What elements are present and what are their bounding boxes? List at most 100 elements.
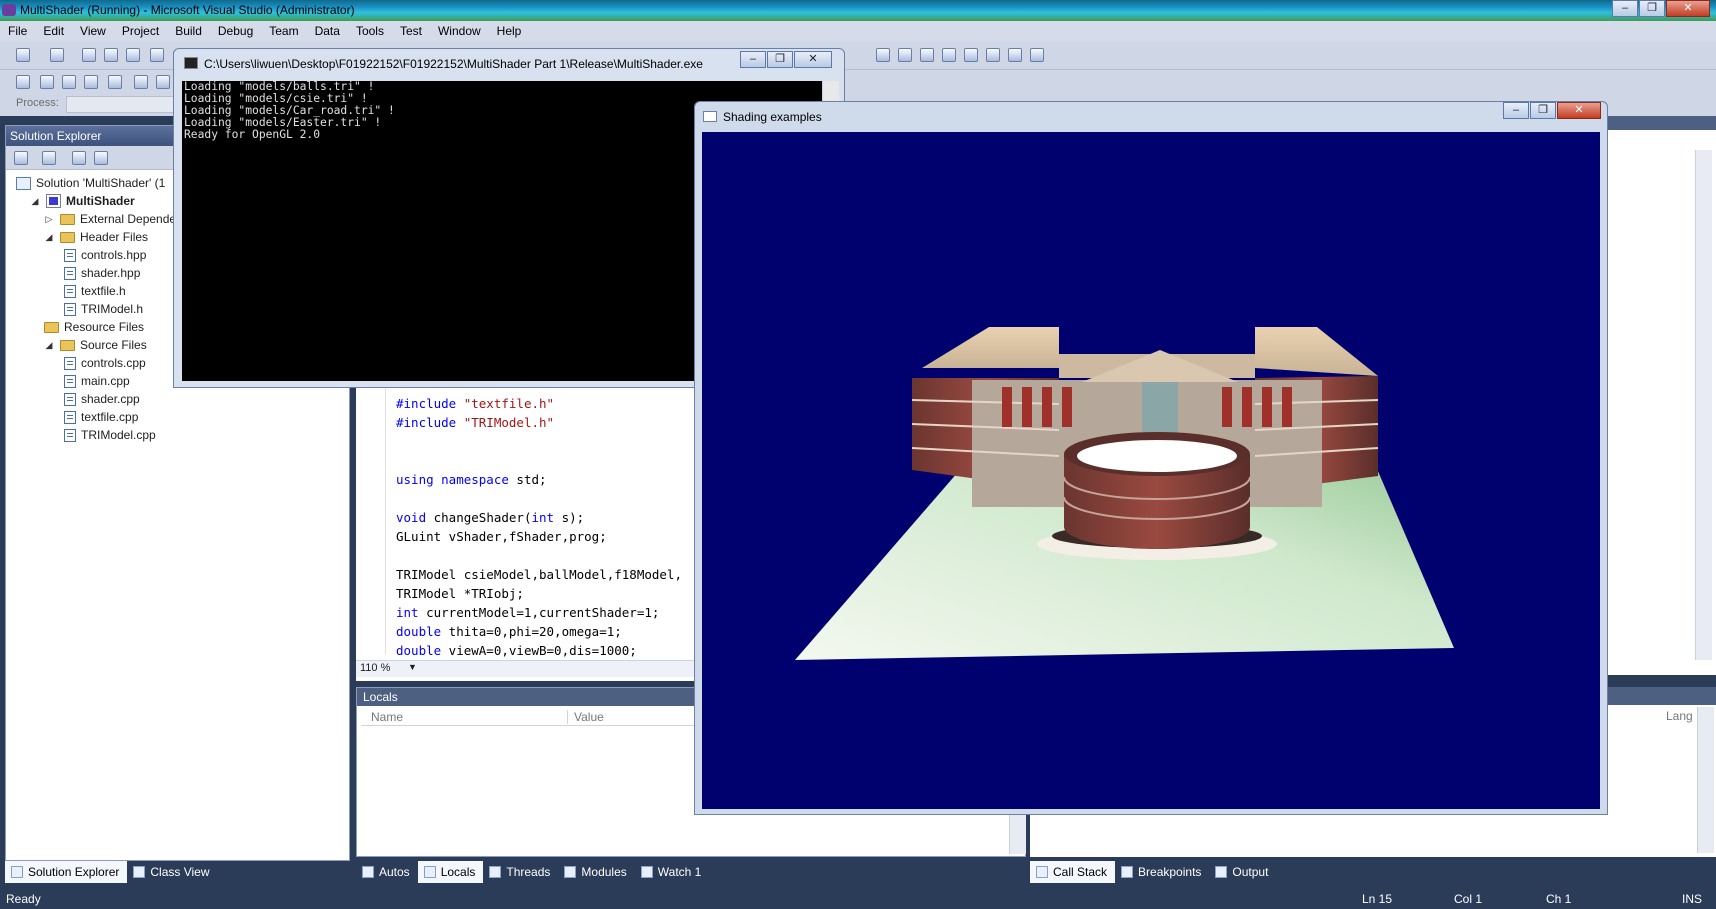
editor-vscroll[interactable] xyxy=(1695,150,1712,660)
tab-locals[interactable]: Locals xyxy=(417,861,484,883)
close-icon[interactable]: ✕ xyxy=(1666,0,1710,17)
tab-autos[interactable]: Autos xyxy=(356,861,418,883)
solution-icon xyxy=(16,176,31,190)
class-diagram-icon[interactable] xyxy=(94,151,108,165)
tree-item[interactable]: textfile.h xyxy=(64,282,126,300)
opengl-viewport[interactable] xyxy=(702,132,1600,809)
indent-icon[interactable] xyxy=(134,75,148,89)
tab-breakpoints[interactable]: Breakpoints xyxy=(1115,861,1209,883)
tab-threads[interactable]: Threads xyxy=(483,861,558,883)
folder-icon xyxy=(60,339,75,351)
tab-modules[interactable]: Modules xyxy=(558,861,634,883)
toolbar-icon[interactable] xyxy=(108,75,122,89)
open-file-icon[interactable] xyxy=(82,48,96,62)
debug-tool-icon[interactable] xyxy=(876,48,890,62)
column-value[interactable]: Value xyxy=(567,710,604,724)
tab-label: Class View xyxy=(150,865,210,879)
header-file-icon xyxy=(64,302,76,316)
outdent-icon[interactable] xyxy=(156,75,170,89)
menu-file[interactable]: File xyxy=(0,21,35,38)
menu-help[interactable]: Help xyxy=(489,21,530,38)
menu-build[interactable]: Build xyxy=(167,21,210,38)
tree-item[interactable]: TRIModel.cpp xyxy=(64,426,156,444)
debug-tool-icon[interactable] xyxy=(986,48,1000,62)
show-all-files-icon[interactable] xyxy=(42,151,56,165)
tree-item[interactable]: TRIModel.h xyxy=(64,300,143,318)
header-file-icon xyxy=(64,284,76,298)
debug-tool-icon[interactable] xyxy=(964,48,978,62)
tree-item-label: MultiShader xyxy=(66,194,135,208)
tree-item[interactable]: controls.hpp xyxy=(64,246,146,264)
column-language[interactable]: Lang xyxy=(1666,709,1693,723)
toolbar-icon[interactable] xyxy=(84,75,98,89)
cpp-file-icon xyxy=(64,356,76,370)
column-name[interactable]: Name xyxy=(371,710,403,724)
maximize-icon[interactable]: ❐ xyxy=(1530,102,1556,119)
new-project-icon[interactable] xyxy=(16,48,30,62)
cut-icon[interactable] xyxy=(150,48,164,62)
tree-item[interactable]: controls.cpp xyxy=(64,354,146,372)
tree-item[interactable]: ◢ MultiShader xyxy=(30,192,135,210)
middle-tab-strip: Autos Locals Threads Modules Watch 1 xyxy=(356,861,710,883)
menu-data[interactable]: Data xyxy=(307,21,348,38)
collapse-icon[interactable]: ◢ xyxy=(44,232,54,243)
tab-class-view[interactable]: Class View xyxy=(127,861,217,883)
close-icon[interactable]: ✕ xyxy=(794,51,832,68)
tab-watch-1[interactable]: Watch 1 xyxy=(635,861,710,883)
toolbar-icon[interactable] xyxy=(16,75,30,89)
zoom-dropdown-icon[interactable]: ▼ xyxy=(408,662,417,672)
tab-call-stack[interactable]: Call Stack xyxy=(1030,861,1116,883)
tree-item-label: Header Files xyxy=(80,230,149,244)
refresh-icon[interactable] xyxy=(72,151,86,165)
maximize-icon[interactable]: ❐ xyxy=(767,51,793,68)
tab-output[interactable]: Output xyxy=(1209,861,1276,883)
save-icon[interactable] xyxy=(104,48,118,62)
maximize-icon[interactable]: ❐ xyxy=(1639,0,1665,17)
tab-solution-explorer[interactable]: Solution Explorer xyxy=(5,861,128,883)
header-file-icon xyxy=(64,266,76,280)
zoom-level[interactable]: 110 % xyxy=(360,662,390,674)
window-title: MultiShader (Running) - Microsoft Visual… xyxy=(20,3,355,17)
tree-item-label: External Dependen xyxy=(80,212,183,226)
debug-tool-icon[interactable] xyxy=(920,48,934,62)
call-stack-vscroll[interactable] xyxy=(1697,707,1714,853)
menu-test[interactable]: Test xyxy=(392,21,430,38)
process-dropdown[interactable] xyxy=(66,96,176,113)
debug-tool-icon[interactable] xyxy=(1008,48,1022,62)
autos-icon xyxy=(362,866,374,878)
menu-project[interactable]: Project xyxy=(114,21,167,38)
debug-tool-icon[interactable] xyxy=(898,48,912,62)
collapse-icon[interactable]: ◢ xyxy=(44,340,54,351)
add-item-icon[interactable] xyxy=(50,48,64,62)
tree-item[interactable]: textfile.cpp xyxy=(64,408,138,426)
menu-view[interactable]: View xyxy=(72,21,114,38)
tree-item[interactable]: main.cpp xyxy=(64,372,130,390)
minimize-icon[interactable]: – xyxy=(1503,102,1529,119)
debug-tool-icon[interactable] xyxy=(1030,48,1044,62)
vs-title-bar: MultiShader (Running) - Microsoft Visual… xyxy=(0,0,1716,21)
tree-item[interactable]: shader.hpp xyxy=(64,264,140,282)
menu-team[interactable]: Team xyxy=(261,21,306,38)
shading-examples-window[interactable]: Shading examples – ❐ ✕ xyxy=(694,101,1608,815)
menu-tools[interactable]: Tools xyxy=(348,21,392,38)
toolbar-icon[interactable] xyxy=(40,75,54,89)
tree-item[interactable]: Resource Files xyxy=(44,318,144,336)
tree-item[interactable]: shader.cpp xyxy=(64,390,140,408)
menu-debug[interactable]: Debug xyxy=(210,21,261,38)
expand-icon[interactable]: ▷ xyxy=(44,214,54,225)
properties-icon[interactable] xyxy=(14,151,28,165)
tree-item[interactable]: ▷ External Dependen xyxy=(44,210,183,228)
console-title: C:\Users\liwuen\Desktop\F01922152\F01922… xyxy=(204,57,703,71)
debug-tool-icon[interactable] xyxy=(942,48,956,62)
close-icon[interactable]: ✕ xyxy=(1557,102,1601,119)
toolbar-icon[interactable] xyxy=(62,75,76,89)
minimize-icon[interactable]: – xyxy=(740,51,766,68)
menu-window[interactable]: Window xyxy=(430,21,489,38)
minimize-icon[interactable]: – xyxy=(1612,0,1638,17)
tree-item[interactable]: Solution 'MultiShader' (1 xyxy=(16,174,165,192)
collapse-icon[interactable]: ◢ xyxy=(30,196,40,207)
save-all-icon[interactable] xyxy=(126,48,140,62)
tree-item[interactable]: ◢ Header Files xyxy=(44,228,149,246)
menu-edit[interactable]: Edit xyxy=(35,21,72,38)
tree-item[interactable]: ◢ Source Files xyxy=(44,336,147,354)
